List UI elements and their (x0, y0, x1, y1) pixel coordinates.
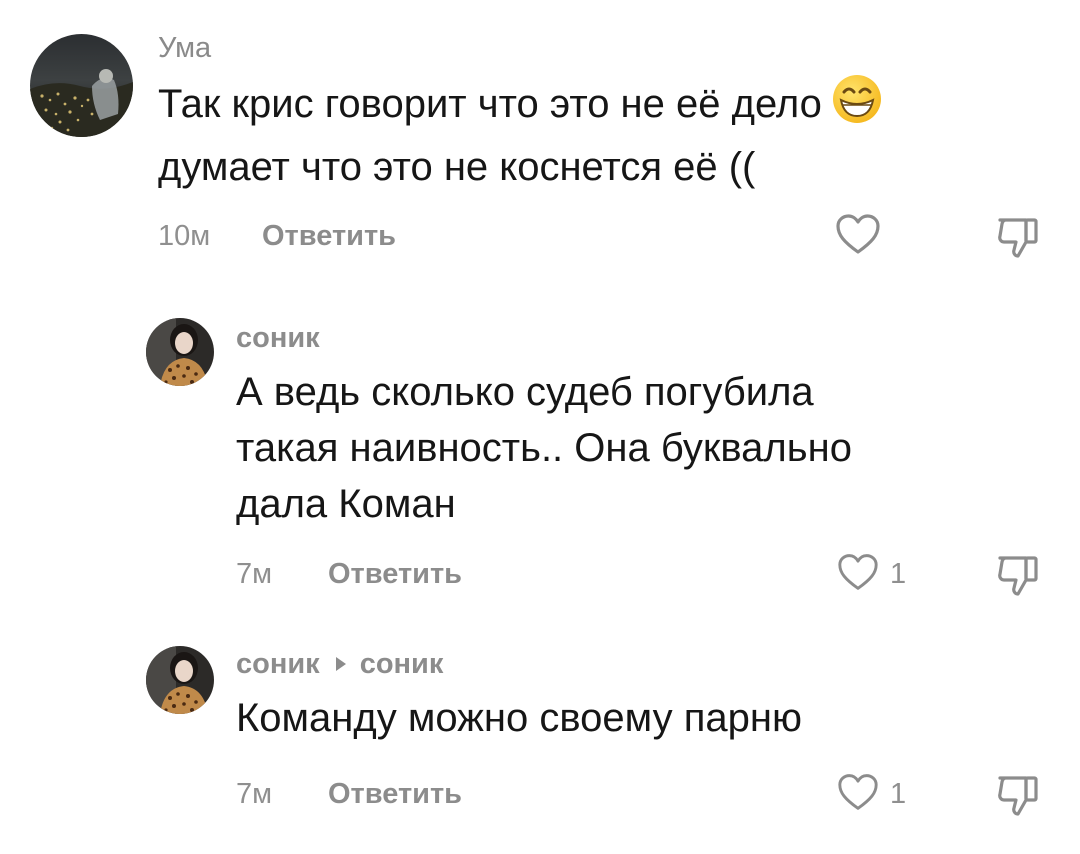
comment-reply: соник А ведь сколько судеб погубила така… (0, 300, 1080, 620)
reply-button[interactable]: Ответить (328, 558, 462, 591)
dislike-button[interactable] (996, 214, 1042, 265)
comment-author[interactable]: соник (236, 322, 320, 355)
reply-button[interactable]: Ответить (328, 778, 462, 811)
like-count: 1 (890, 558, 907, 590)
comment-timestamp: 7м (236, 778, 273, 810)
heart-outline-icon (834, 212, 882, 261)
thumbs-down-outline-icon (996, 218, 1042, 264)
comment-thread: Ума Так крис говорит что это не её дело (0, 0, 1080, 854)
thumbs-down-outline-icon (996, 556, 1042, 602)
thumbs-down-outline-icon (996, 776, 1042, 822)
dislike-button[interactable] (996, 772, 1042, 823)
like-count: 1 (890, 778, 907, 810)
comment-text-line: А ведь сколько судеб погубила (236, 370, 814, 414)
dislike-button[interactable] (996, 552, 1042, 603)
heart-outline-icon (836, 552, 880, 597)
comment-text-line: Команду можно своему парню (236, 696, 802, 740)
avatar[interactable] (146, 318, 214, 386)
heart-outline-icon (836, 772, 880, 817)
comment-author[interactable]: Ума (158, 32, 211, 65)
avatar[interactable] (146, 646, 214, 714)
comment-text-fragment: Так крис говорит что это не её дело (158, 82, 822, 126)
comment-author-name[interactable]: соник (236, 648, 320, 680)
comment-text-line: такая наивность.. Она буквально (236, 426, 852, 470)
comment-text: Команду можно своему парню (236, 690, 802, 746)
avatar[interactable] (30, 34, 133, 137)
comment-text: А ведь сколько судеб погубила такая наив… (236, 364, 852, 532)
comment-timestamp: 10м (158, 220, 211, 252)
like-button[interactable]: 1 (836, 552, 906, 597)
comment: Ума Так крис говорит что это не её дело (0, 0, 1080, 290)
comment-timestamp: 7м (236, 558, 273, 590)
comment-text-line: дала Коман (236, 482, 456, 526)
like-button[interactable]: 1 (836, 772, 906, 817)
comment-text-line: думает что это не коснется её (( (158, 145, 756, 189)
comment-author[interactable]: соник соник (236, 648, 443, 681)
reply-to-name[interactable]: соник (360, 648, 444, 680)
comment-text-line: Так крис говорит что это не её дело (158, 74, 882, 139)
like-button[interactable] (834, 212, 882, 261)
grinning-face-emoji (832, 74, 882, 139)
reply-button[interactable]: Ответить (262, 220, 396, 253)
comment-text: Так крис говорит что это не её дело дума… (158, 74, 882, 195)
reply-arrow-icon (335, 657, 346, 672)
comment-reply: соник соник Команду можно своему парню 7м… (0, 630, 1080, 854)
